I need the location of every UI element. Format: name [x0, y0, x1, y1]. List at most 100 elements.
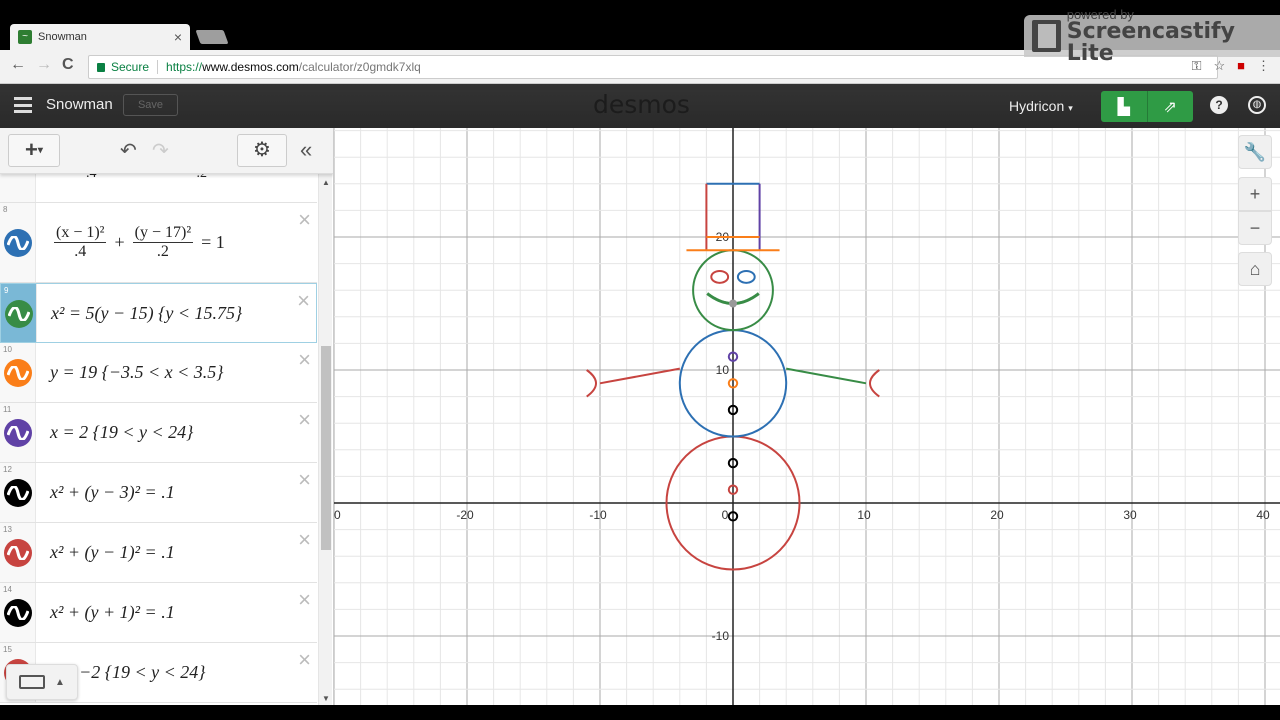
- delete-expression-button[interactable]: ×: [298, 347, 311, 373]
- expression-math[interactable]: x = −2 {19 < y < 24}: [36, 643, 317, 702]
- scroll-down-arrow-icon[interactable]: ▼: [322, 694, 330, 703]
- url-path: /calculator/z0gmdk7xlq: [298, 60, 421, 74]
- print-button[interactable]: ▙: [1101, 91, 1148, 122]
- expression-list: .4 .2 8 (x − 1)².4 + (y − 17)².2 = 1 × 9…: [0, 142, 317, 703]
- graph-style-icon[interactable]: [4, 229, 32, 257]
- zoom-in-button[interactable]: +: [1238, 177, 1272, 211]
- expression-item[interactable]: 11 x = 2 {19 < y < 24} ×: [0, 403, 317, 463]
- film-icon: [1032, 20, 1061, 52]
- expression-gutter: 9: [1, 284, 37, 342]
- url-host: www.desmos.com: [202, 60, 299, 74]
- delete-expression-button[interactable]: ×: [298, 527, 311, 553]
- expression-gutter: 10: [0, 343, 36, 402]
- graph-style-icon[interactable]: [4, 479, 32, 507]
- url-scheme: https://: [166, 60, 203, 74]
- expression-text: x² + (y − 3)² = .1: [50, 482, 175, 502]
- gear-icon: ⚙: [253, 139, 271, 161]
- denominator: .2: [156, 243, 169, 260]
- expression-gutter: 13: [0, 523, 36, 582]
- expression-item[interactable]: 12 x² + (y − 3)² = .1 ×: [0, 463, 317, 523]
- zoom-out-button[interactable]: −: [1238, 211, 1272, 245]
- secure-label: Secure: [111, 60, 159, 74]
- graph-settings-button[interactable]: 🔧: [1238, 135, 1272, 169]
- expression-item[interactable]: 14 x² + (y + 1)² = .1 ×: [0, 583, 317, 643]
- expression-math[interactable]: x = 2 {19 < y < 24}: [36, 403, 317, 462]
- desmos-header: Snowman Save desmos Hydricon ▾ ▙ ⇗ ? ◍: [0, 84, 1280, 128]
- delete-expression-button[interactable]: ×: [298, 587, 311, 613]
- forward-button[interactable]: →: [36, 56, 52, 74]
- keypad-toggle-button[interactable]: ▲: [6, 664, 78, 700]
- right-eye-curve: [736, 269, 756, 284]
- expression-math[interactable]: x² = 5(y − 15) {y < 15.75}: [37, 284, 316, 342]
- caret-down-icon: ▾: [37, 145, 43, 157]
- tab-title: Snowman: [38, 31, 87, 43]
- expression-item[interactable]: 8 (x − 1)² .4 + (y − 17)² .2 = 1 ×: [0, 203, 317, 283]
- browser-tab[interactable]: ~ Snowman ×: [10, 24, 190, 50]
- save-button[interactable]: Save: [123, 94, 178, 116]
- undo-button[interactable]: ↶: [120, 138, 137, 163]
- left-eye-curve: [710, 269, 730, 284]
- graph-title[interactable]: Snowman: [46, 96, 113, 113]
- expression-math[interactable]: y = 19 {−3.5 < x < 3.5}: [36, 343, 317, 402]
- expression-text: x = 2 {19 < y < 24}: [50, 422, 194, 442]
- back-button[interactable]: ←: [10, 56, 26, 74]
- expression-math[interactable]: (x − 1)² .4 + (y − 17)² .2 = 1: [36, 203, 317, 282]
- plus-sign: +: [114, 232, 125, 252]
- tab-close-button[interactable]: ×: [174, 29, 182, 45]
- expression-math[interactable]: x² + (y − 3)² = .1: [36, 463, 317, 522]
- expression-math[interactable]: x² + (y − 1)² = .1: [36, 523, 317, 582]
- expression-item[interactable]: 13 x² + (y − 1)² = .1 ×: [0, 523, 317, 583]
- expression-text: x² + (y + 1)² = .1: [50, 602, 175, 622]
- help-icon[interactable]: ?: [1210, 96, 1228, 114]
- graph-style-icon[interactable]: [4, 539, 32, 567]
- delete-expression-button[interactable]: ×: [298, 467, 311, 493]
- keyboard-icon: [19, 675, 46, 689]
- user-menu[interactable]: Hydricon ▾: [1009, 98, 1073, 114]
- screencastify-watermark: powered by Screencastify Lite: [1024, 8, 1280, 64]
- print-icon: ▙: [1117, 98, 1130, 116]
- graph-paper[interactable]: -30-20-100102030402010-10: [334, 128, 1280, 705]
- collapse-panel-button[interactable]: «: [300, 137, 312, 163]
- share-button[interactable]: ⇗: [1148, 91, 1194, 122]
- left-hand-curve: [586, 369, 597, 398]
- watermark-line2: Screencastify Lite: [1066, 18, 1235, 66]
- delete-expression-button[interactable]: ×: [298, 647, 311, 673]
- expression-math[interactable]: x² + (y + 1)² = .1: [36, 583, 317, 642]
- graph-style-icon[interactable]: [4, 419, 32, 447]
- expression-item[interactable]: 9 x² = 5(y − 15) {y < 15.75} ×: [0, 283, 317, 343]
- y-tick-label: 10: [716, 363, 730, 377]
- graph-style-icon[interactable]: [4, 599, 32, 627]
- graph-style-icon[interactable]: [4, 359, 32, 387]
- globe-icon[interactable]: ◍: [1248, 96, 1266, 114]
- url-text: https://www.desmos.com/calculator/z0gmdk…: [158, 60, 421, 74]
- expression-number: 9: [4, 286, 9, 295]
- expression-number: 11: [3, 405, 12, 414]
- expression-item[interactable]: 10 y = 19 {−3.5 < x < 3.5} ×: [0, 343, 317, 403]
- numerator: (y − 17)²: [132, 224, 194, 243]
- caret-down-icon: ▾: [1068, 103, 1073, 113]
- vertex-point: [729, 299, 737, 308]
- scroll-up-arrow-icon[interactable]: ▲: [322, 178, 330, 187]
- settings-button[interactable]: ⚙: [237, 134, 287, 167]
- url-input[interactable]: Secure https://www.desmos.com/calculator…: [88, 55, 1218, 79]
- home-button[interactable]: ⌂: [1238, 252, 1272, 286]
- scroll-thumb[interactable]: [321, 346, 331, 550]
- plus-icon: +: [25, 137, 38, 162]
- reload-button[interactable]: C: [62, 56, 74, 74]
- graph-canvas[interactable]: -30-20-100102030402010-10: [334, 128, 1280, 705]
- delete-expression-button[interactable]: ×: [298, 207, 311, 233]
- hamburger-menu-icon[interactable]: [14, 97, 32, 113]
- denominator: .4: [74, 243, 87, 260]
- add-item-button[interactable]: +▾: [8, 134, 60, 167]
- expression-panel: +▾ ↶ ↷ ⚙ « .4 .2 8 (x − 1)².4 + (y − 17)…: [0, 128, 334, 705]
- expression-gutter: 14: [0, 583, 36, 642]
- redo-button[interactable]: ↷: [152, 138, 169, 163]
- expression-gutter: 11: [0, 403, 36, 462]
- new-tab-button[interactable]: [195, 30, 229, 44]
- delete-expression-button[interactable]: ×: [298, 407, 311, 433]
- expression-scrollbar[interactable]: ▲ ▼: [318, 174, 332, 705]
- left-arm-curve: [599, 367, 680, 385]
- delete-expression-button[interactable]: ×: [297, 288, 310, 314]
- graph-style-icon[interactable]: [5, 300, 33, 328]
- expression-number: 12: [3, 465, 12, 474]
